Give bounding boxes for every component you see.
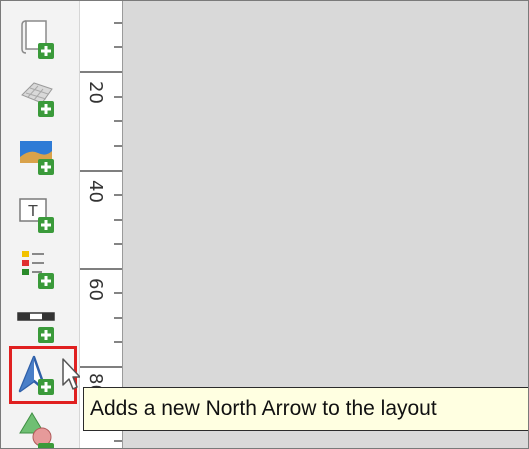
vertical-ruler: 20 40 60 80 — [80, 1, 123, 448]
label-add-icon: T — [19, 198, 54, 233]
layout-toolbar: T — [1, 1, 81, 448]
layout-canvas[interactable] — [123, 1, 528, 448]
scalebar-add-icon — [17, 312, 55, 343]
svg-text:T: T — [27, 202, 38, 220]
add-scalebar-button[interactable] — [12, 299, 62, 349]
ruler-label-40: 40 — [85, 180, 106, 203]
shape-add-icon — [19, 412, 54, 448]
3d-map-add-icon — [21, 82, 54, 117]
ruler-label-60: 60 — [85, 278, 106, 301]
mouse-cursor-icon — [62, 358, 81, 390]
add-picture-button[interactable] — [12, 131, 62, 181]
picture-add-icon — [20, 141, 54, 175]
legend-add-icon — [22, 251, 54, 289]
layout-window: T 20 40 60 80 Adds a new North Arrow to … — [0, 0, 529, 449]
add-page-button[interactable] — [12, 15, 62, 65]
page-add-icon — [21, 20, 54, 59]
add-3d-map-button[interactable] — [12, 73, 62, 123]
north-arrow-tooltip: Adds a new North Arrow to the layout — [83, 387, 528, 431]
add-shape-button[interactable] — [12, 409, 62, 448]
add-legend-button[interactable] — [12, 245, 62, 295]
tooltip-text: Adds a new North Arrow to the layout — [90, 397, 437, 420]
add-label-button[interactable]: T — [12, 189, 62, 239]
ruler-label-20: 20 — [85, 81, 106, 104]
